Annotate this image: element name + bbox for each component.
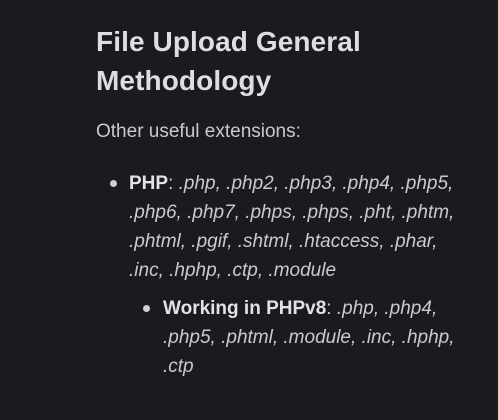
extension-list: PHP: .php, .php2, .php3, .php4, .php5, .… (96, 169, 476, 381)
doc-content: File Upload General Methodology Other us… (96, 22, 476, 381)
list-item-phpv8: Working in PHPv8: .php, .php4, .php5, .p… (129, 294, 476, 381)
bullet-icon (110, 180, 117, 187)
php-extensions: .php, .php2, .php3, .php4, .php5, .php6,… (129, 173, 455, 281)
phpv8-separator: : (326, 298, 337, 319)
php-label: PHP (129, 173, 169, 194)
bullet-icon (143, 305, 150, 312)
nested-extension-list: Working in PHPv8: .php, .php4, .php5, .p… (129, 294, 476, 381)
section-heading: File Upload General Methodology (96, 26, 361, 96)
phpv8-label: Working in PHPv8 (163, 298, 327, 319)
intro-text: Other useful extensions: (96, 121, 301, 142)
php-separator: : (168, 173, 179, 194)
list-item-php: PHP: .php, .php2, .php3, .php4, .php5, .… (96, 169, 476, 381)
